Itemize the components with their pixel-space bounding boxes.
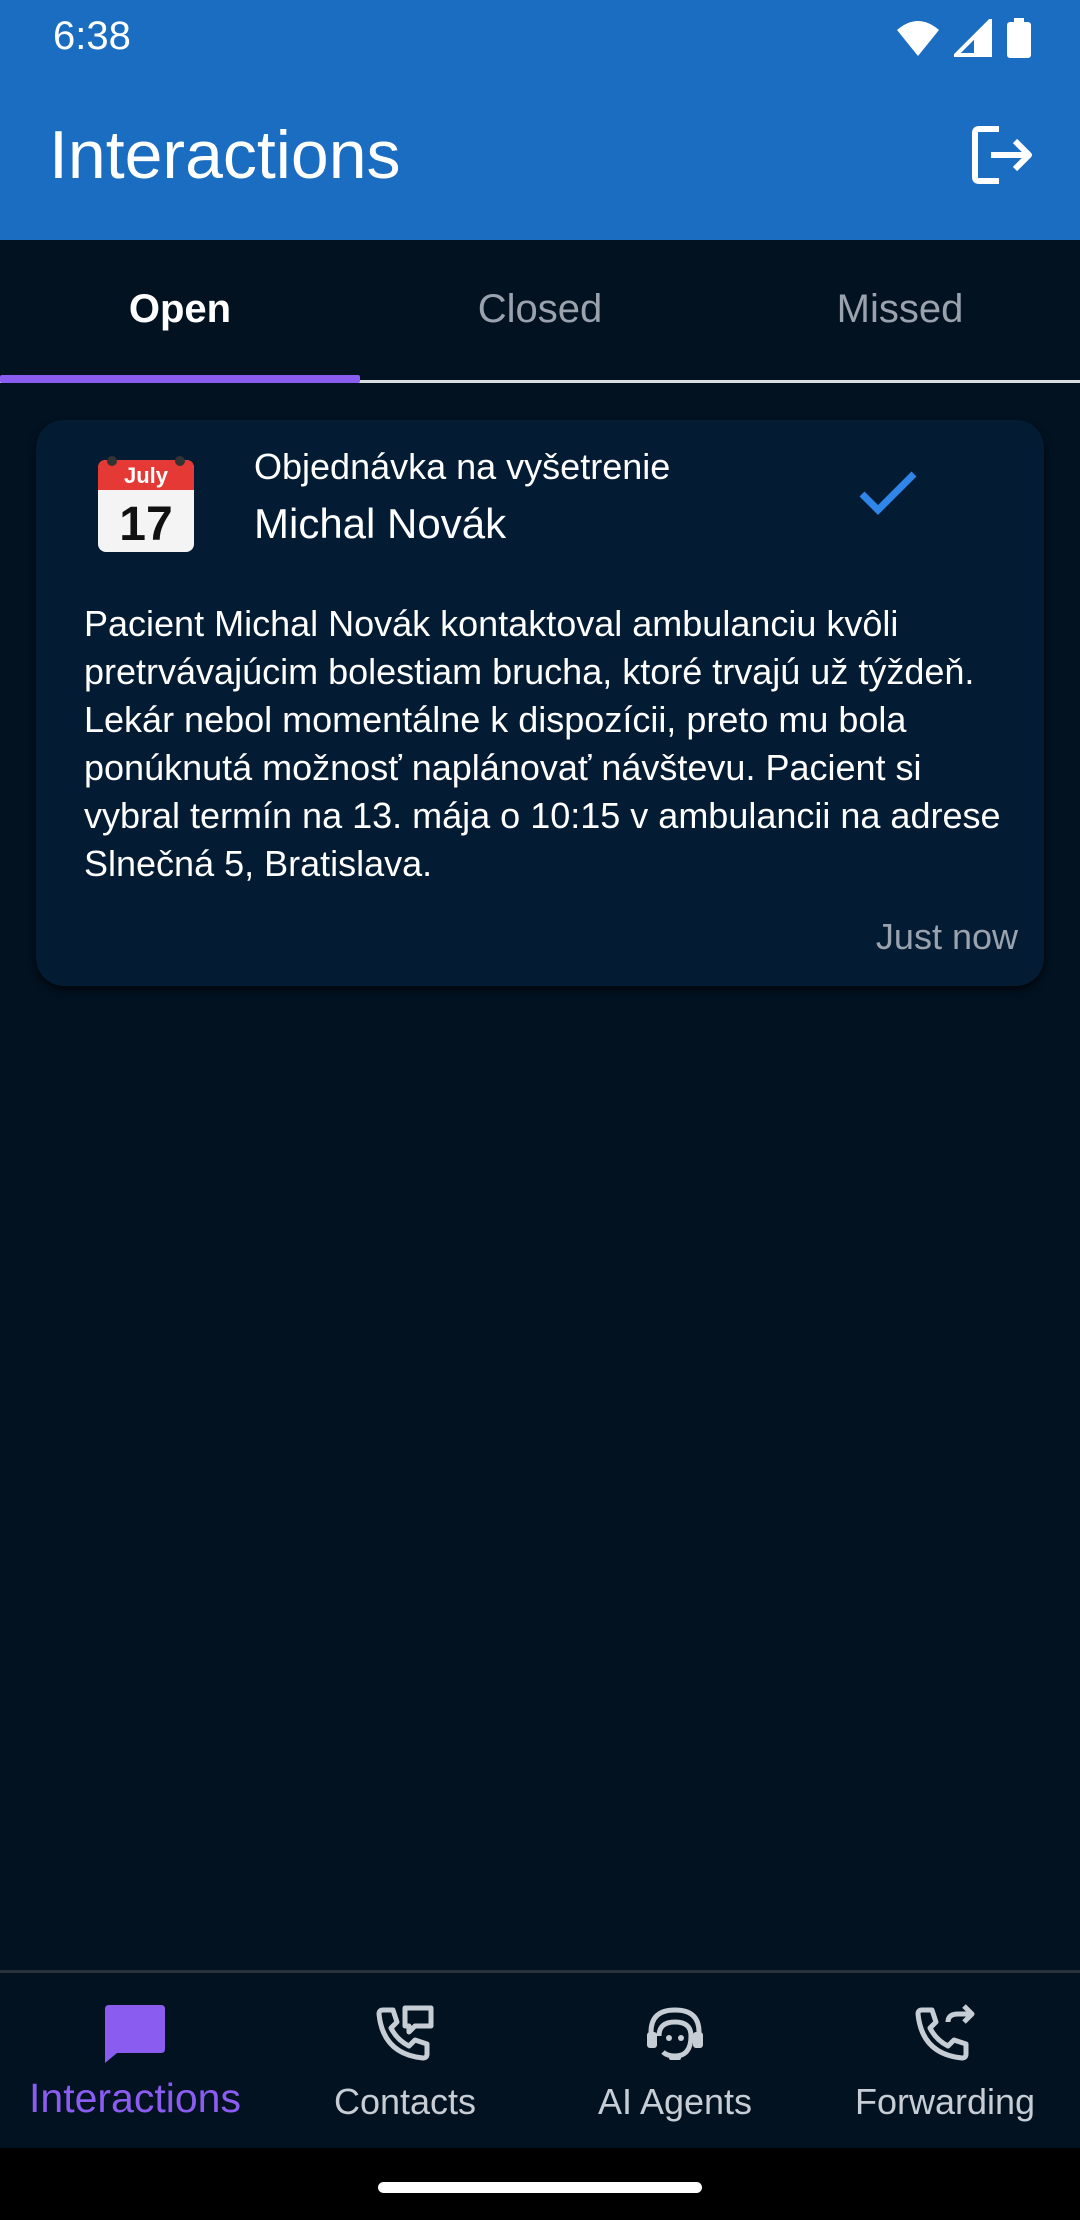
- nav-contacts[interactable]: Contacts: [270, 1973, 540, 2151]
- tab-bar: Open Closed Missed: [0, 240, 1080, 382]
- check-icon: [859, 471, 917, 515]
- nav-ai-agents[interactable]: AI Agents: [540, 1973, 810, 2151]
- interaction-subject: Objednávka na vyšetrenie: [254, 446, 671, 487]
- interaction-card[interactable]: July 17 Objednávka na vyšetrenie Michal …: [36, 420, 1044, 986]
- bottom-navigation: Interactions Contacts AI Agents Forwardi…: [0, 1970, 1080, 2151]
- logout-button[interactable]: [966, 118, 1040, 192]
- tab-indicator: [0, 375, 360, 383]
- app-bar: 6:38 Interactions: [0, 0, 1080, 240]
- tab-missed[interactable]: Missed: [720, 240, 1080, 378]
- battery-icon: [1007, 18, 1031, 58]
- page-title: Interactions: [49, 117, 401, 193]
- signal-icon: [954, 19, 992, 57]
- home-indicator[interactable]: [378, 2182, 702, 2193]
- interaction-summary: Pacient Michal Novák kontaktoval ambulan…: [84, 603, 1001, 884]
- svg-text:July: July: [124, 463, 169, 488]
- interaction-timestamp: Just now: [875, 916, 1018, 957]
- nav-forwarding[interactable]: Forwarding: [810, 1973, 1080, 2151]
- calendar-icon: July 17: [96, 454, 196, 554]
- status-time: 6:38: [53, 14, 131, 58]
- mark-done-button[interactable]: [858, 468, 934, 528]
- nav-label-interactions: Interactions: [29, 2075, 241, 2121]
- chat-icon: [102, 2001, 168, 2067]
- wifi-icon: [897, 21, 939, 56]
- nav-label-ai-agents: AI Agents: [597, 2081, 753, 2122]
- nav-label-contacts: Contacts: [333, 2081, 477, 2122]
- gesture-bar: [0, 2148, 1080, 2220]
- svg-text:17: 17: [119, 498, 172, 551]
- nav-label-forwarding: Forwarding: [854, 2081, 1036, 2122]
- contact-phone-icon: [372, 2001, 438, 2067]
- support-agent-icon: [642, 2001, 708, 2067]
- contact-name: Michal Novák: [254, 500, 507, 547]
- tab-open[interactable]: Open: [0, 240, 360, 378]
- logout-icon: [972, 126, 1032, 184]
- status-icons: [896, 14, 1032, 62]
- nav-interactions[interactable]: Interactions: [0, 1973, 270, 2151]
- tab-closed[interactable]: Closed: [360, 240, 720, 378]
- phone-forward-icon: [912, 2001, 978, 2067]
